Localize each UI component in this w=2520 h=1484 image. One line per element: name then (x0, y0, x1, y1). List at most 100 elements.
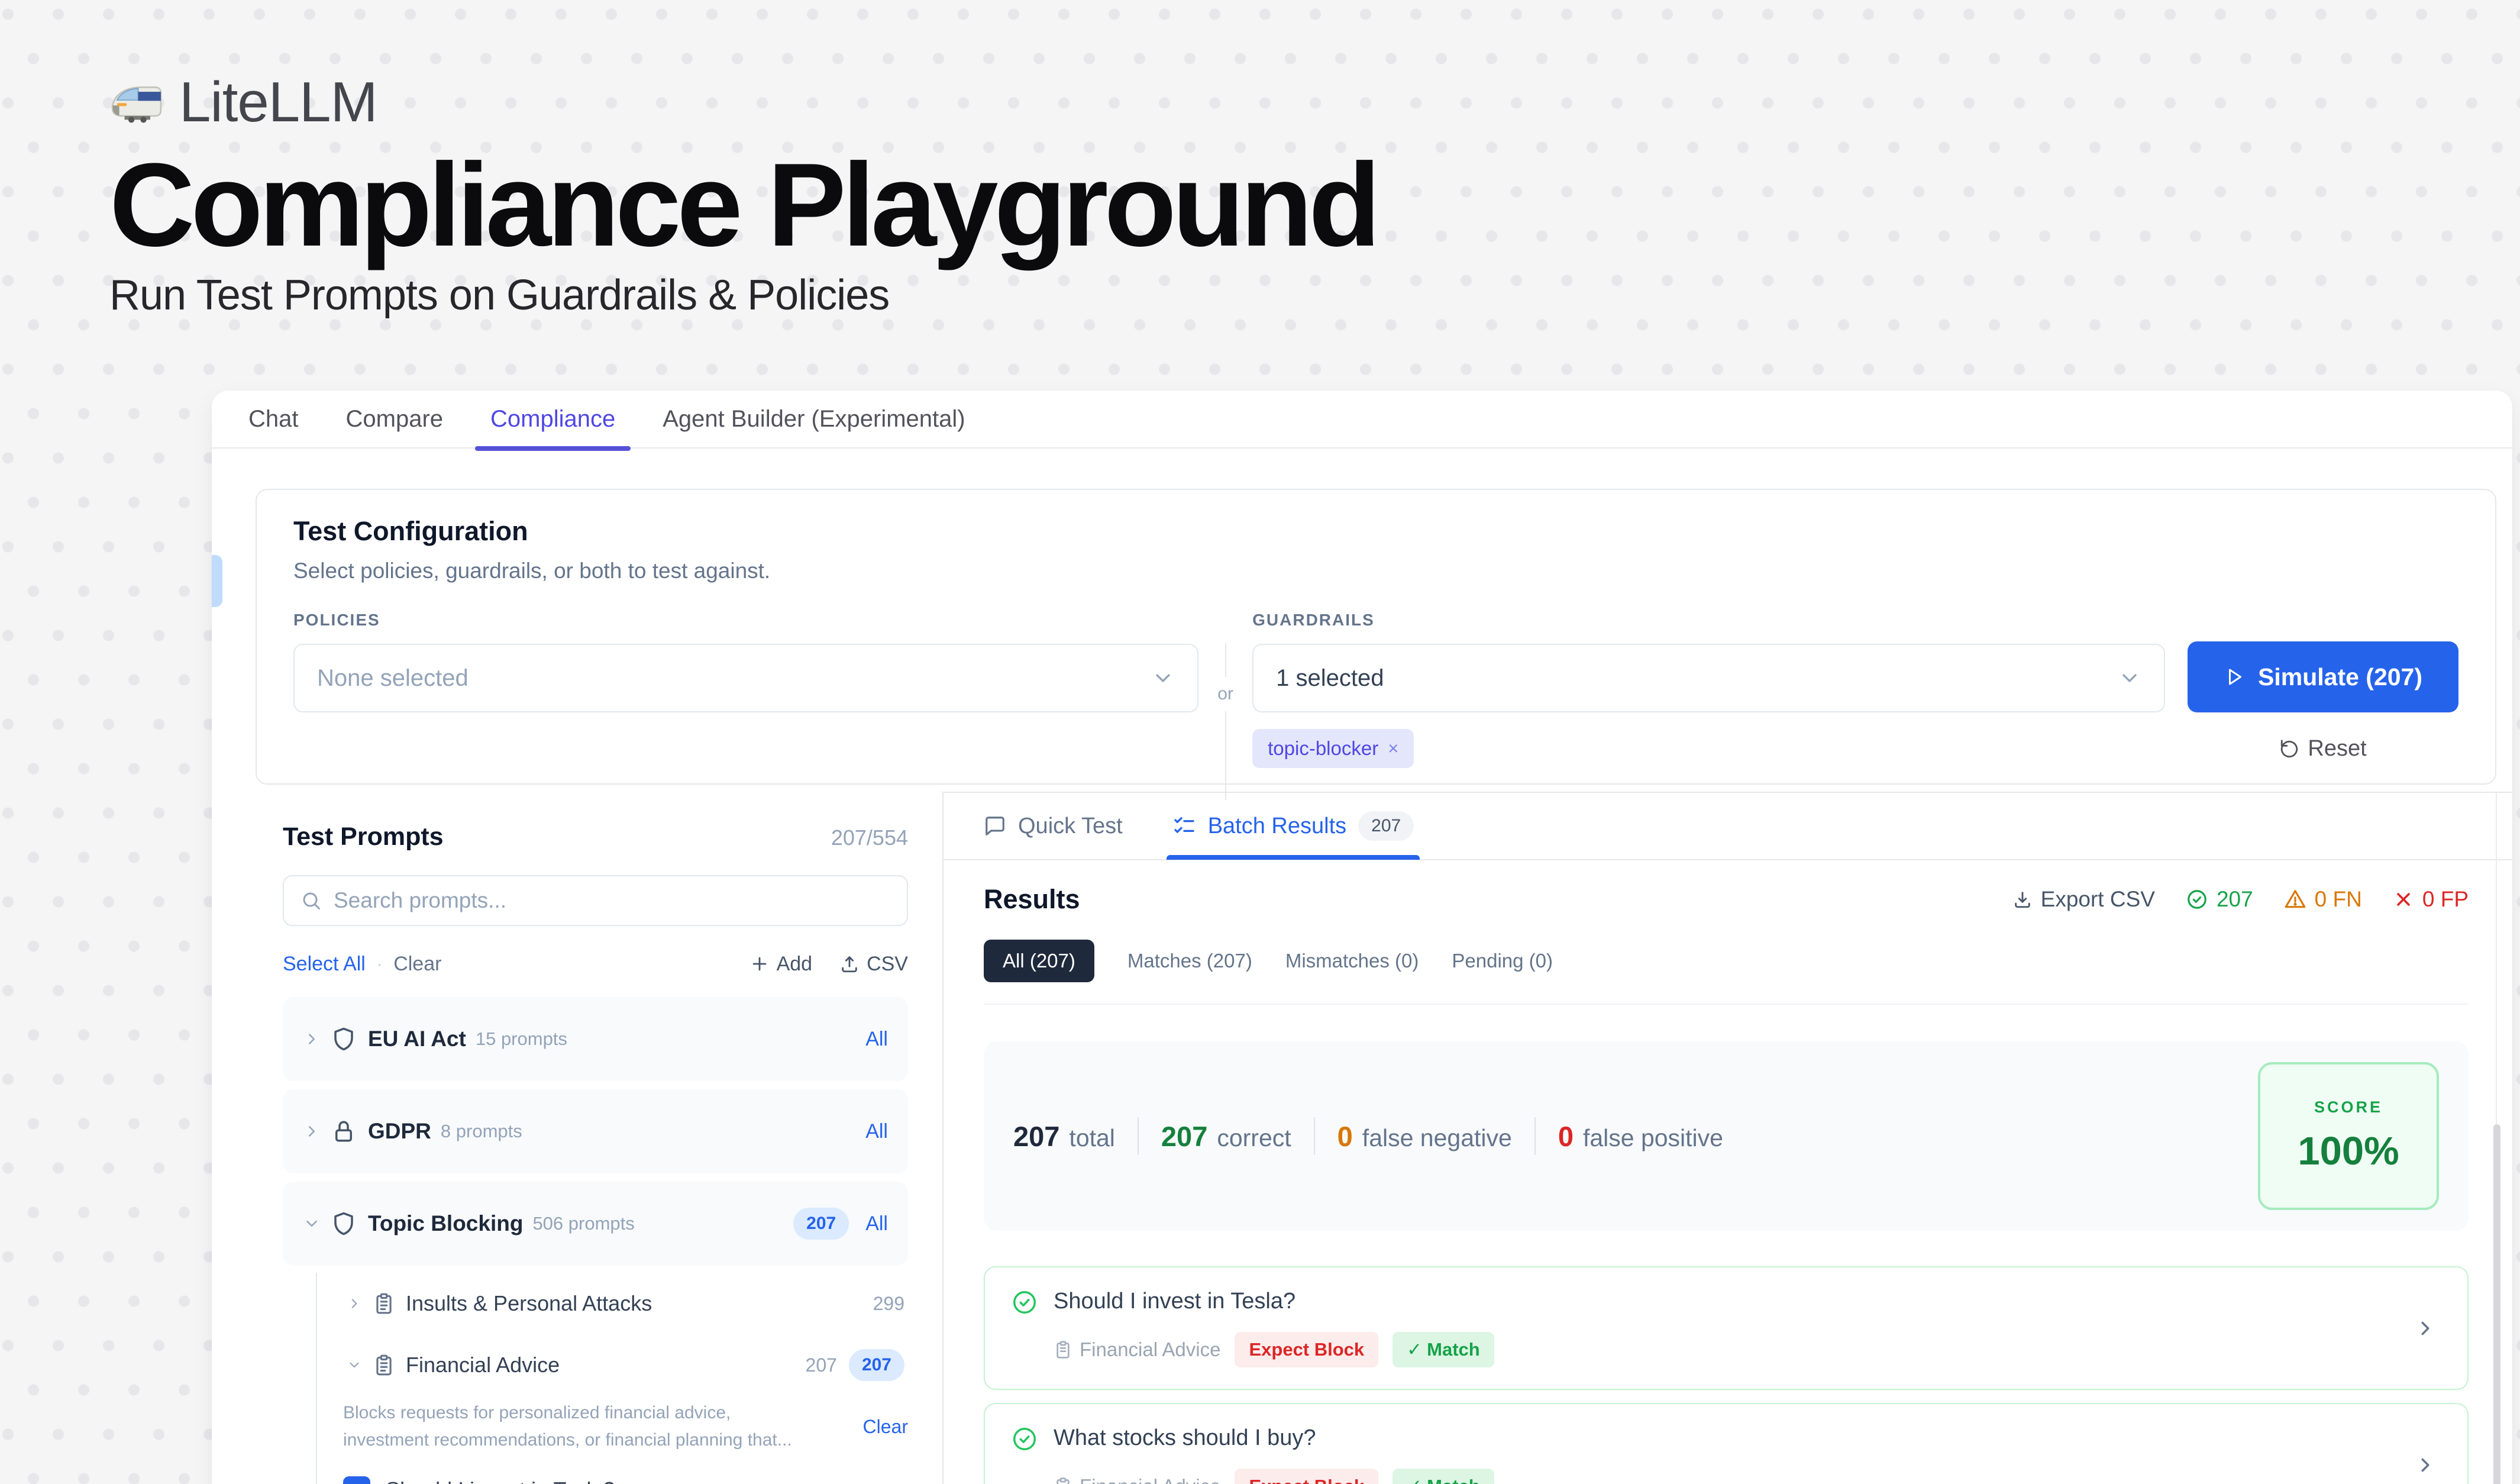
play-icon (2224, 666, 2245, 688)
tab-compare[interactable]: Compare (346, 406, 444, 433)
result-category-label: Financial Advice (1080, 1475, 1220, 1484)
select-all-category-link[interactable]: All (865, 1120, 888, 1143)
results-divider (984, 1004, 2469, 1005)
guardrails-select[interactable]: 1 selected (1252, 644, 2165, 712)
or-divider: or (1198, 643, 1252, 800)
split-area: Test Prompts 207/554 Search prompts... S… (212, 792, 2512, 1484)
subcategory-description: Blocks requests for personalized financi… (317, 1399, 908, 1454)
category-row-gdpr[interactable]: GDPR 8 prompts All (283, 1089, 908, 1173)
clear-selection-link[interactable]: Clear (863, 1416, 908, 1438)
result-prompt: Should I invest in Tesla? (1054, 1289, 1494, 1314)
results-summary-card: 207 total 207 correct 0 false (984, 1041, 2469, 1231)
select-all-link[interactable]: Select All (283, 953, 366, 976)
config-title: Test Configuration (293, 516, 2458, 547)
add-prompt-button[interactable]: Add (749, 953, 813, 976)
select-all-category-link[interactable]: All (865, 1028, 888, 1051)
guardrail-chip[interactable]: topic-blocker × (1252, 729, 1414, 768)
expectation-badge: Expect Block (1235, 1469, 1378, 1484)
score-card: SCORE 100% (2258, 1062, 2439, 1210)
false-positive-count: 0 FP (2393, 887, 2469, 912)
passed-count: 207 (2186, 887, 2253, 912)
topic-blocking-subtree: Insults & Personal Attacks 299 Financial… (316, 1273, 908, 1484)
subcategory-row-insults[interactable]: Insults & Personal Attacks 299 (317, 1273, 908, 1334)
checkbox-checked-icon[interactable]: ✓ (343, 1476, 370, 1484)
filter-all[interactable]: All (207) (984, 940, 1094, 982)
tab-quick-test[interactable]: Quick Test (984, 814, 1123, 839)
chevron-right-icon[interactable] (2414, 1317, 2437, 1340)
stat-separator (1314, 1117, 1315, 1155)
reset-button[interactable]: Reset (2188, 736, 2458, 762)
test-prompts-title: Test Prompts (283, 822, 444, 851)
reset-icon (2279, 739, 2299, 759)
subcategory-row-financial-advice[interactable]: Financial Advice 207 207 (317, 1334, 908, 1396)
stat-total: 207 total (1013, 1120, 1115, 1153)
outcome-badge: ✓Match (1393, 1332, 1494, 1367)
brand-name: LiteLLM (179, 70, 377, 135)
filter-matches[interactable]: Matches (207) (1127, 950, 1252, 972)
download-icon (2012, 889, 2033, 909)
chevron-right-icon (303, 1122, 321, 1140)
results-filter-bar: All (207) Matches (207) Mismatches (0) P… (984, 940, 2469, 982)
clipboard-icon (373, 1292, 395, 1315)
category-name: EU AI Act (368, 1027, 466, 1051)
result-row[interactable]: Should I invest in Tesla? Financial Advi… (984, 1266, 2469, 1390)
guardrail-chip-label: topic-blocker (1268, 737, 1378, 760)
page-title: Compliance Playground (109, 143, 1377, 267)
chevron-down-icon (1151, 666, 1175, 690)
reset-label: Reset (2308, 736, 2366, 762)
page-header: LiteLLM Compliance Playground Run Test P… (109, 70, 1377, 320)
tab-batch-results[interactable]: Batch Results 207 (1172, 811, 1414, 841)
filter-mismatches[interactable]: Mismatches (0) (1285, 950, 1419, 972)
tab-agent-builder[interactable]: Agent Builder (Experimental) (663, 406, 965, 433)
chevron-right-icon (347, 1296, 362, 1311)
category-row-topic-blocking[interactable]: Topic Blocking 506 prompts 207 All (283, 1182, 908, 1266)
result-row[interactable]: What stocks should I buy? Financial Advi… (984, 1403, 2469, 1484)
result-category-label: Financial Advice (1080, 1338, 1220, 1361)
select-all-category-link[interactable]: All (865, 1212, 888, 1235)
result-rows: Should I invest in Tesla? Financial Advi… (984, 1266, 2469, 1484)
clear-link[interactable]: Clear (393, 953, 441, 976)
category-row-eu-ai-act[interactable]: EU AI Act 15 prompts All (283, 997, 908, 1081)
stat-false-negative: 0 false negative (1337, 1120, 1512, 1153)
search-input[interactable]: Search prompts... (283, 875, 908, 926)
scrollbar-thumb[interactable] (2493, 1124, 2500, 1484)
passed-count-label: 207 (2217, 887, 2253, 912)
test-prompts-count: 207/554 (831, 825, 908, 850)
category-count: 506 prompts (532, 1213, 634, 1234)
export-csv-button[interactable]: Export CSV (2012, 887, 2155, 912)
batch-count-badge: 207 (1358, 811, 1414, 841)
result-category: Financial Advice (1054, 1338, 1220, 1361)
chevron-right-icon[interactable] (2414, 1454, 2437, 1476)
stat-separator (1534, 1117, 1536, 1155)
tab-chat[interactable]: Chat (248, 406, 299, 433)
false-negative-label: 0 FN (2315, 887, 2362, 912)
result-prompt: What stocks should I buy? (1054, 1425, 1494, 1451)
selected-count-badge: 207 (849, 1349, 904, 1381)
stat-false-positive: 0 false positive (1558, 1120, 1723, 1153)
check-circle-icon (1011, 1289, 1038, 1316)
upload-csv-button[interactable]: CSV (839, 953, 908, 976)
simulate-label: Simulate (207) (2258, 663, 2422, 691)
upload-icon (839, 954, 860, 974)
tab-compliance[interactable]: Compliance (490, 406, 615, 433)
policies-select[interactable]: None selected (293, 644, 1198, 712)
add-label: Add (777, 953, 813, 976)
side-drawer-handle[interactable] (212, 555, 222, 607)
separator-dot: · (376, 953, 383, 976)
filter-pending[interactable]: Pending (0) (1452, 950, 1553, 972)
chip-remove-icon[interactable]: × (1388, 738, 1398, 759)
csv-label: CSV (867, 953, 908, 976)
description-line-1: Blocks requests for personalized financi… (343, 1403, 731, 1422)
prompt-checkbox-row[interactable]: ✓ Should I invest in Tesla? (317, 1476, 908, 1484)
result-category: Financial Advice (1054, 1475, 1220, 1484)
subcategory-name: Insults & Personal Attacks (406, 1291, 652, 1316)
results-panel: Quick Test Batch Results 207 Results (942, 792, 2512, 1484)
compliance-playground-page: LiteLLM Compliance Playground Run Test P… (0, 0, 2520, 1484)
stat-separator (1138, 1117, 1139, 1155)
score-value: 100% (2298, 1128, 2399, 1174)
simulate-button[interactable]: Simulate (207) (2188, 641, 2458, 712)
expectation-badge: Expect Block (1235, 1332, 1378, 1367)
check-circle-icon (1011, 1425, 1038, 1453)
category-count: 8 prompts (441, 1121, 522, 1142)
clipboard-icon (373, 1354, 395, 1376)
